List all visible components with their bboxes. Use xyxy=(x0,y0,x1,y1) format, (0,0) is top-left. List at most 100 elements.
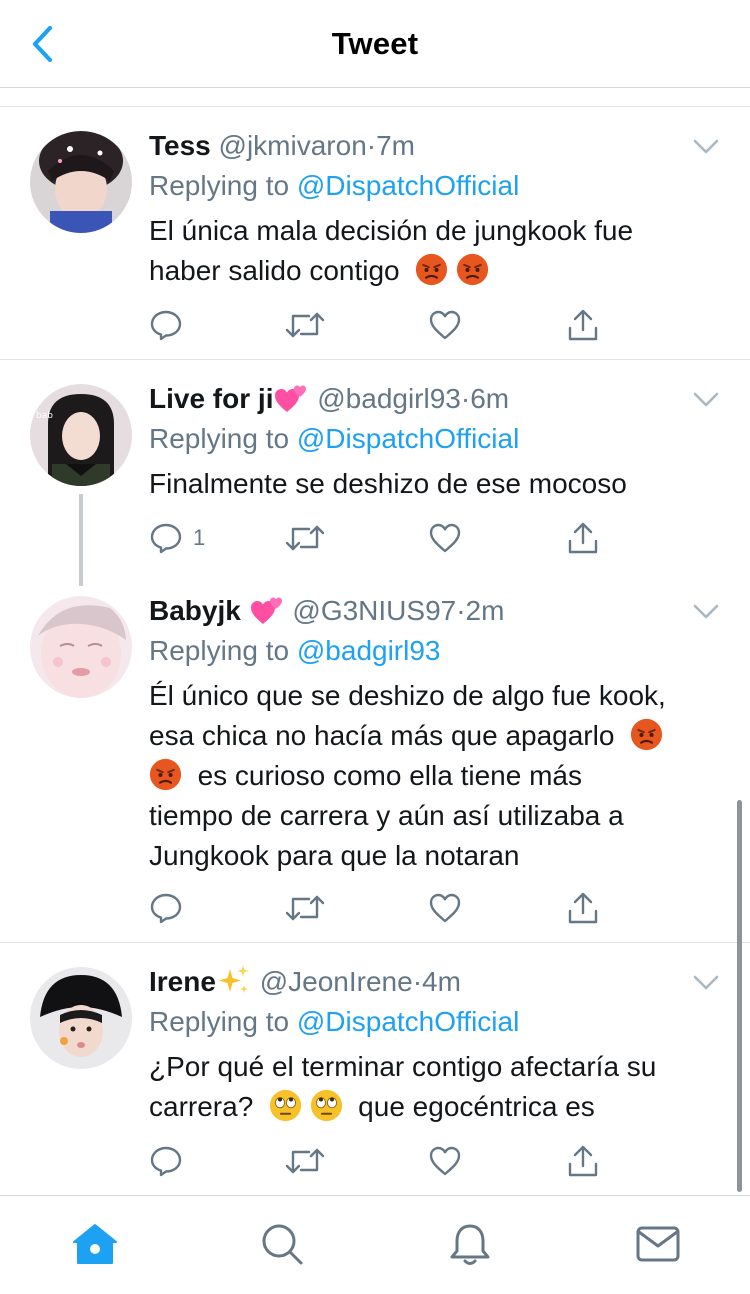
tweet-content: Babyjk @G3NIUS97·2m Replying to @badgirl… xyxy=(149,592,710,876)
eye-roll-emoji xyxy=(310,1089,342,1122)
share-button[interactable] xyxy=(566,1143,600,1179)
avatar[interactable] xyxy=(30,131,132,233)
tweet-text-line: El única mala decisión de jungkook fue xyxy=(149,215,634,246)
two-hearts-emoji xyxy=(275,385,307,412)
reply-button[interactable] xyxy=(149,1143,183,1179)
retweet-icon xyxy=(285,525,325,551)
tweet-text-line: tiempo de carrera y aún así utilizaba a xyxy=(149,800,624,831)
replying-to-label: Replying to xyxy=(149,1006,297,1037)
display-name[interactable]: Tess xyxy=(149,130,211,161)
tweet-text-line-wrap: esa chica no hacía más que apagarlo xyxy=(149,716,710,756)
tweet-actions: 1 xyxy=(149,520,619,556)
timestamp: 7m xyxy=(376,130,415,161)
scrollbar[interactable] xyxy=(737,800,742,1192)
avatar[interactable]: bab xyxy=(30,384,132,486)
tweet-actions xyxy=(149,1143,619,1179)
tab-home[interactable] xyxy=(67,1216,123,1272)
share-button[interactable] xyxy=(566,890,600,926)
display-name-text: Babyjk xyxy=(149,595,241,626)
separator-dot: · xyxy=(366,130,377,161)
tweet-text: El única mala decisión de jungkook fue h… xyxy=(149,211,710,291)
home-icon xyxy=(73,1224,117,1264)
tweet-content: Tess @jkmivaron·7m Replying to @Dispatch… xyxy=(149,127,710,291)
tweet-text-line: Él único que se deshizo de algo fue kook… xyxy=(149,680,666,711)
replying-to: Replying to @badgirl93 xyxy=(149,632,710,670)
search-icon xyxy=(262,1224,303,1265)
share-button[interactable] xyxy=(566,307,600,343)
tweet-text-line: que egocéntrica es xyxy=(358,1091,595,1122)
user-handle[interactable]: @badgirl93 xyxy=(317,383,461,414)
tweet-actions xyxy=(149,307,619,343)
user-handle[interactable]: @G3NIUS97 xyxy=(292,595,456,626)
like-button[interactable] xyxy=(428,890,462,926)
user-handle[interactable]: @jkmivaron xyxy=(219,130,367,161)
reply-icon xyxy=(150,310,182,341)
like-button[interactable] xyxy=(428,307,462,343)
heart-icon xyxy=(429,893,461,923)
tab-search[interactable] xyxy=(254,1216,310,1272)
chevron-down-icon[interactable] xyxy=(692,973,720,993)
display-name[interactable]: Live for ji xyxy=(149,383,309,414)
tweet[interactable]: bab Live for ji @badgirl93·6m Replying t… xyxy=(0,360,750,585)
tab-notifications[interactable] xyxy=(442,1216,498,1272)
retweet-button[interactable] xyxy=(285,890,325,926)
top-nav-bar: Tweet xyxy=(0,0,750,88)
tweet[interactable]: Irene @JeonIrene·4m Replying to @Dispatc… xyxy=(0,943,750,1195)
display-name-text: Irene xyxy=(149,966,216,997)
tweet-text: Él único que se deshizo de algo fue kook… xyxy=(149,676,710,876)
display-name[interactable]: Irene xyxy=(149,965,252,997)
share-button[interactable] xyxy=(566,520,600,556)
sparkles-emoji xyxy=(218,965,249,993)
angry-face-emoji xyxy=(456,253,489,286)
tweet[interactable]: Babyjk @G3NIUS97·2m Replying to @badgirl… xyxy=(0,585,750,943)
replying-to: Replying to @DispatchOfficial xyxy=(149,420,710,458)
reply-button[interactable] xyxy=(149,890,183,926)
share-icon xyxy=(568,309,598,341)
tweet-text-line: esa chica no hacía más que apagarlo xyxy=(149,720,615,751)
reply-count: 1 xyxy=(193,525,206,550)
eye-roll-emoji xyxy=(269,1089,301,1122)
chevron-down-icon[interactable] xyxy=(692,602,720,622)
chevron-down-icon[interactable] xyxy=(692,137,720,157)
like-button[interactable] xyxy=(428,520,462,556)
tab-messages[interactable] xyxy=(630,1216,686,1272)
timestamp: 2m xyxy=(465,595,505,626)
display-name[interactable]: Babyjk xyxy=(149,595,285,626)
replying-to: Replying to @DispatchOfficial xyxy=(149,167,710,205)
timestamp: 4m xyxy=(422,966,461,997)
mention-link[interactable]: @badgirl93 xyxy=(297,635,441,666)
user-handle[interactable]: @JeonIrene xyxy=(260,966,413,997)
retweet-icon xyxy=(285,895,325,921)
mention-link[interactable]: @DispatchOfficial xyxy=(297,170,519,201)
retweet-button[interactable] xyxy=(285,307,325,343)
reply-icon xyxy=(150,893,182,924)
chevron-down-icon[interactable] xyxy=(692,390,720,410)
mention-link[interactable]: @DispatchOfficial xyxy=(297,1006,519,1037)
reply-button[interactable] xyxy=(149,307,183,343)
thread-connector xyxy=(79,494,83,586)
mention-link[interactable]: @DispatchOfficial xyxy=(297,423,519,454)
tweet-text-line: ¿Por qué el terminar contigo afectaría s… xyxy=(149,1051,657,1082)
heart-icon xyxy=(429,310,461,340)
replying-to: Replying to @DispatchOfficial xyxy=(149,1003,710,1041)
tweet-text-line: es curioso como ella tiene más xyxy=(197,760,582,791)
heart-icon xyxy=(429,1146,461,1176)
tweet-text: ¿Por qué el terminar contigo afectaría s… xyxy=(149,1047,710,1127)
messages-icon xyxy=(636,1226,680,1262)
avatar[interactable] xyxy=(30,596,132,698)
retweet-button[interactable] xyxy=(285,1143,325,1179)
display-name-text: Live for ji xyxy=(149,383,274,414)
tweet-meta: Live for ji @badgirl93·6m xyxy=(149,380,710,418)
share-icon xyxy=(568,892,598,924)
tweet-text-line-wrap: es curioso como ella tiene más xyxy=(149,756,710,796)
like-button[interactable] xyxy=(428,1143,462,1179)
reply-button[interactable]: 1 xyxy=(149,520,205,556)
retweet-button[interactable] xyxy=(285,520,325,556)
avatar[interactable] xyxy=(30,967,132,1069)
tweet-content: Live for ji @badgirl93·6m Replying to @D… xyxy=(149,380,710,504)
angry-face-emoji xyxy=(630,718,663,751)
replying-to-label: Replying to xyxy=(149,423,297,454)
tweet[interactable]: Tess @jkmivaron·7m Replying to @Dispatch… xyxy=(0,107,750,360)
page-title: Tweet xyxy=(331,26,419,61)
notifications-icon xyxy=(450,1224,490,1265)
